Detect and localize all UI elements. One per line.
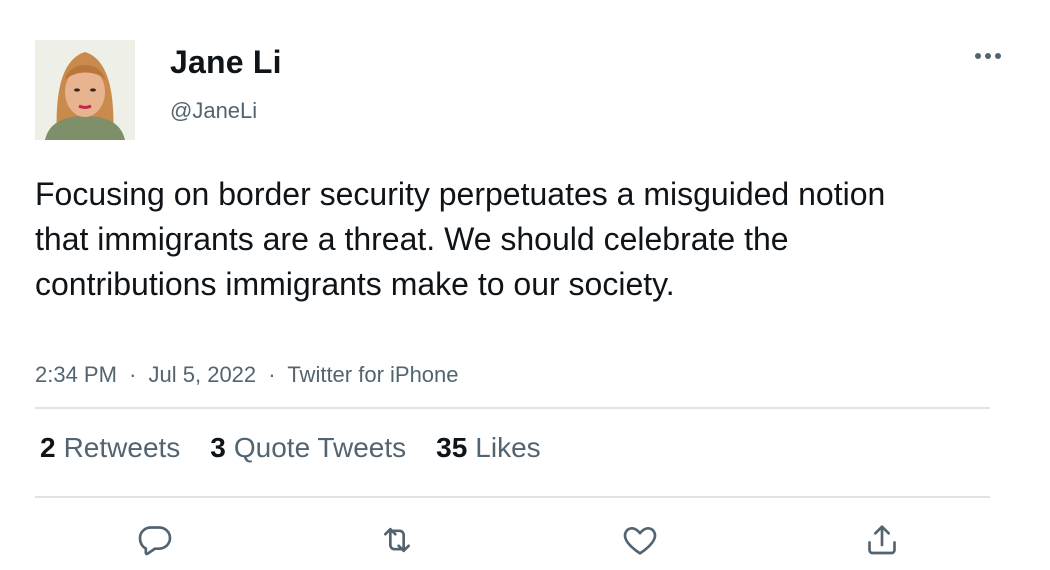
likes-stat[interactable]: 35 Likes [436, 432, 541, 464]
retweet-icon [384, 527, 410, 553]
tweet-stats: 2 Retweets 3 Quote Tweets 35 Likes [40, 432, 541, 464]
tweet-actions [0, 518, 1050, 562]
author-handle[interactable]: @JaneLi [170, 98, 257, 124]
tweet-text: Focusing on border security perpetuates … [35, 176, 886, 302]
share-icon [868, 525, 896, 555]
meta-separator: · [268, 362, 276, 387]
more-horizontal-icon [975, 53, 1001, 59]
reply-icon [138, 526, 172, 556]
share-button[interactable] [860, 518, 904, 562]
reply-button[interactable] [133, 518, 177, 562]
heart-icon [623, 527, 657, 555]
avatar[interactable] [35, 40, 135, 140]
retweets-count: 2 [40, 432, 56, 463]
retweets-stat[interactable]: 2 Retweets [40, 432, 180, 464]
divider [35, 407, 990, 409]
avatar-image [35, 40, 135, 140]
divider [35, 496, 990, 498]
tweet-source[interactable]: Twitter for iPhone [287, 362, 458, 387]
likes-label: Likes [475, 432, 541, 463]
retweet-button[interactable] [375, 518, 419, 562]
quote-tweets-stat[interactable]: 3 Quote Tweets [210, 432, 406, 464]
quote-tweets-label: Quote Tweets [233, 432, 407, 463]
tweet-date[interactable]: Jul 5, 2022 [149, 362, 257, 387]
quote-tweets-count: 3 [210, 432, 226, 463]
author-name[interactable]: Jane Li [170, 44, 282, 81]
tweet-time[interactable]: 2:34 PM [35, 362, 117, 387]
retweets-label: Retweets [63, 432, 181, 463]
like-button[interactable] [618, 518, 662, 562]
more-options-button[interactable] [970, 44, 1006, 68]
meta-separator: · [129, 362, 137, 387]
tweet-meta: 2:34 PM · Jul 5, 2022 · Twitter for iPho… [35, 362, 459, 388]
likes-count: 35 [436, 432, 468, 463]
